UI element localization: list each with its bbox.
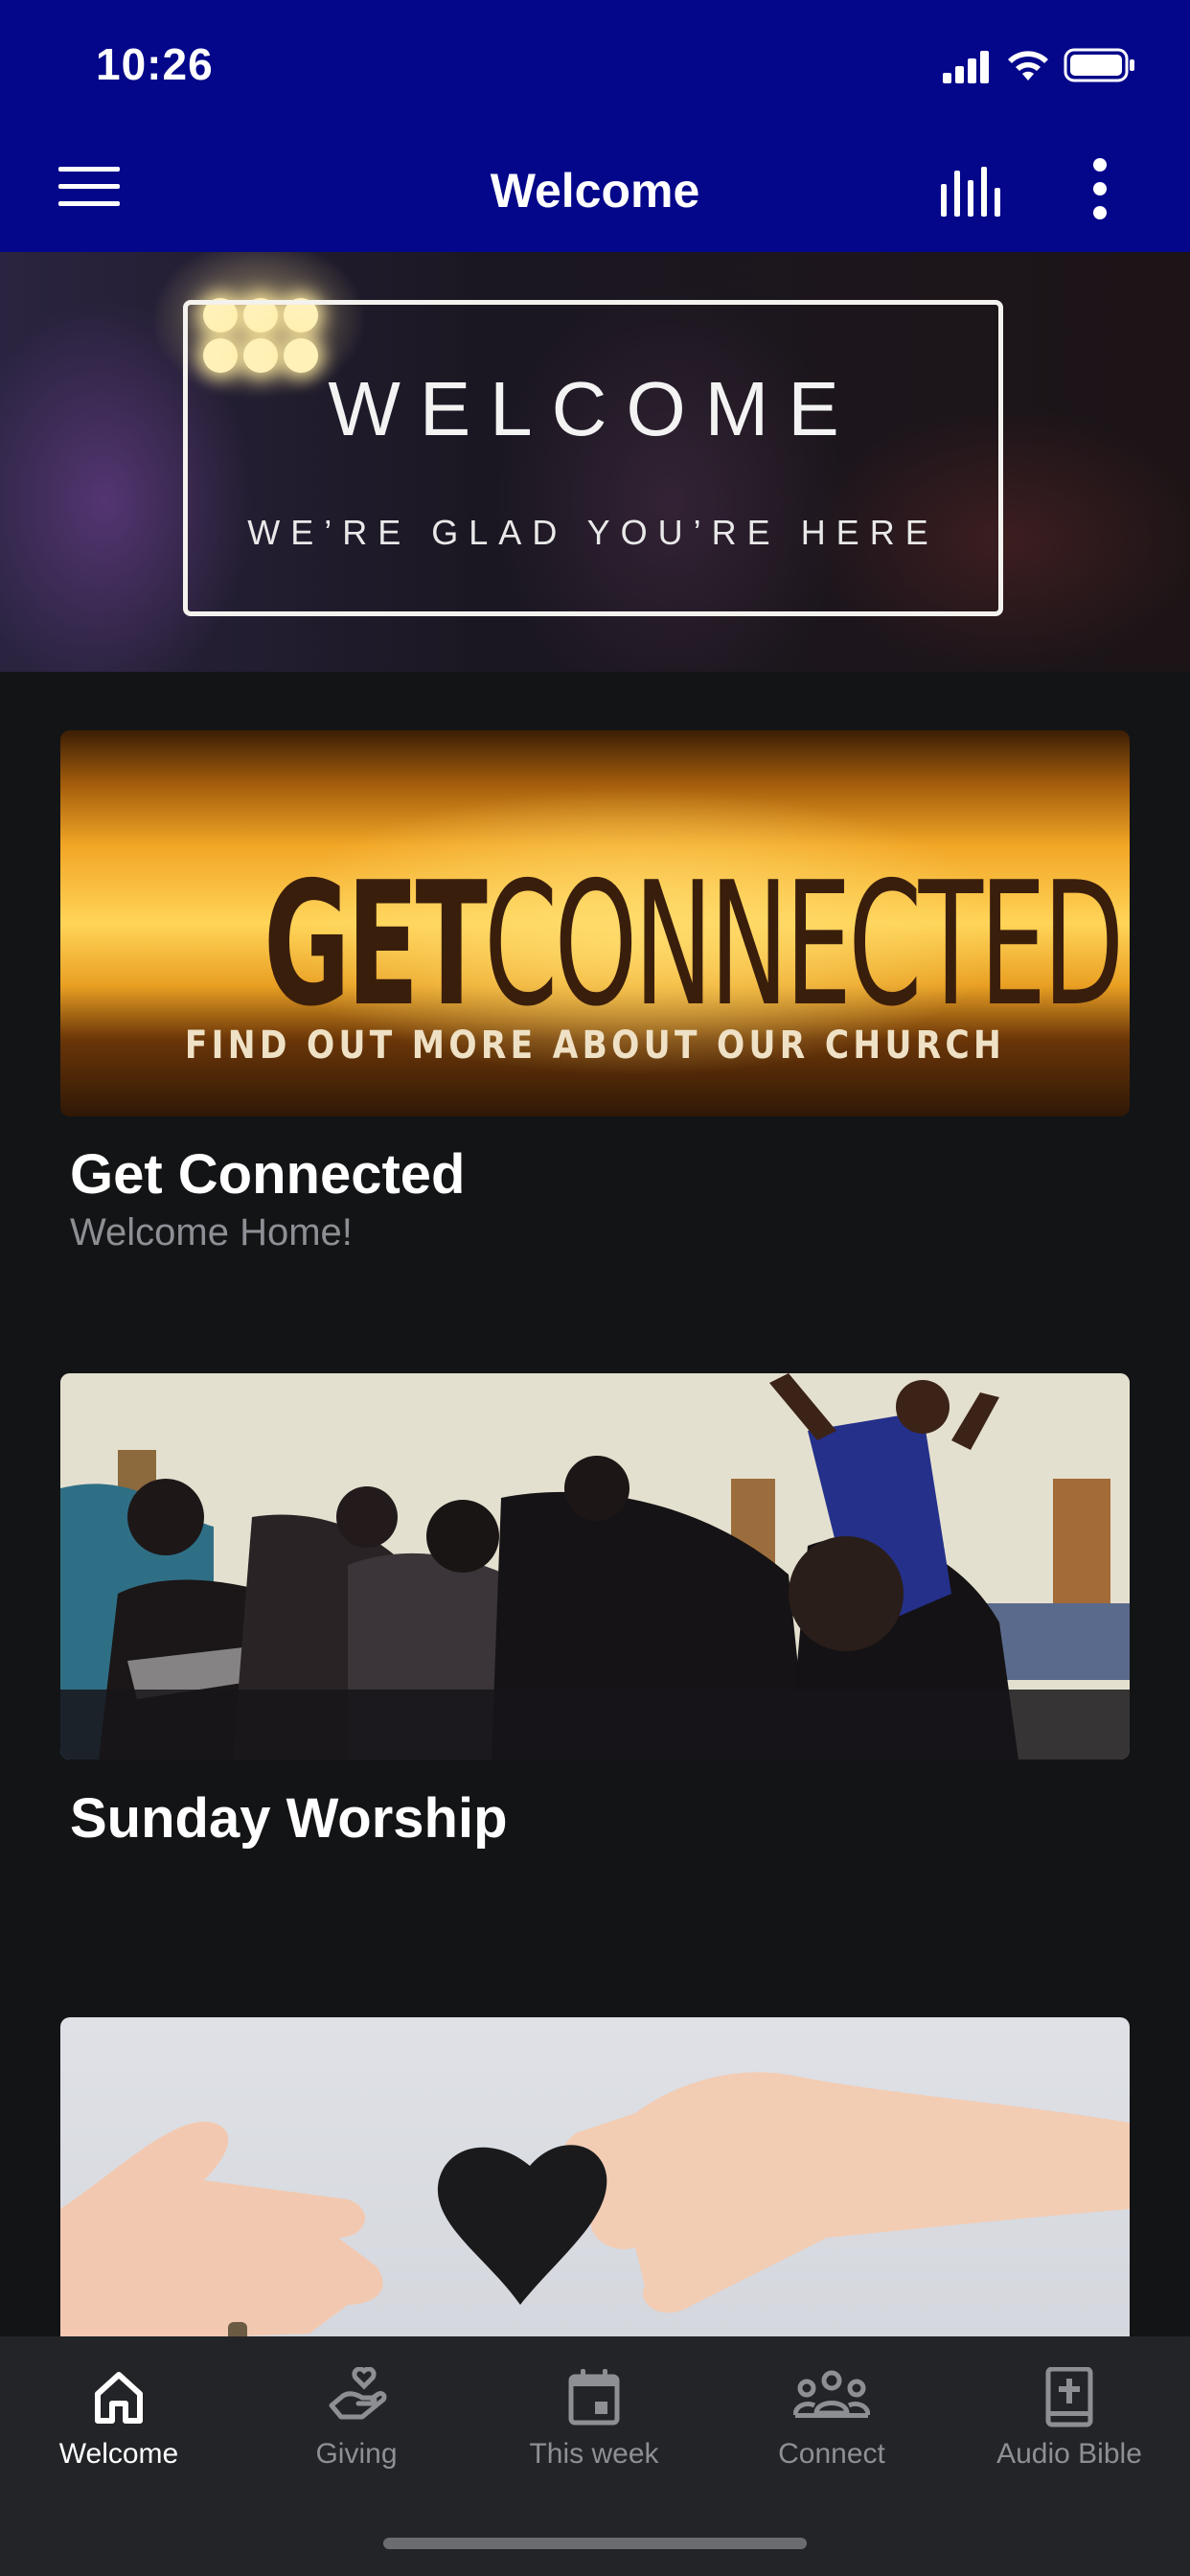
tab-giving[interactable]: Giving [238,2336,475,2509]
tab-audio-bible[interactable]: Audio Bible [950,2336,1188,2509]
tab-label-this-week: This week [529,2438,659,2470]
tab-this-week[interactable]: This week [475,2336,713,2509]
tab-label-giving: Giving [315,2438,398,2470]
page-title: Welcome [490,164,700,218]
banner-rest-word: CONNECTED [484,845,1124,1044]
welcome-hero-banner: WELCOME WE’RE GLAD YOU’RE HERE [0,252,1190,672]
worship-photo [60,1373,1130,1760]
hero-subtitle: WE’RE GLAD YOU’RE HERE [247,513,939,552]
sunday-worship-card-image[interactable] [60,1373,1130,1760]
top-app-bar: 10:26 Welcome [0,0,1190,252]
status-time: 10:26 [96,39,214,89]
wifi-icon [1008,51,1048,80]
tab-welcome[interactable]: Welcome [0,2336,238,2509]
home-indicator [383,2538,807,2549]
giving-hand-heart-icon [329,2367,387,2420]
calendar-icon [568,2369,620,2426]
tab-label-connect: Connect [778,2438,885,2470]
giving-heart-card-image[interactable] [60,2017,1130,2343]
more-options-button[interactable] [1083,155,1117,222]
card-title-sunday-worship[interactable]: Sunday Worship [70,1786,508,1851]
get-connected-banner-text: GETCONNECTED [263,845,1124,1044]
banner-bold-word: GET [263,845,488,1044]
group-people-icon [793,2370,870,2418]
hero-frame [183,300,1003,616]
hands-heart-photo [60,2072,1130,2343]
card-subtitle-get-connected: Welcome Home! [70,1211,353,1254]
tab-connect[interactable]: Connect [713,2336,950,2509]
status-icons [941,44,1190,92]
cellular-signal-icon [943,51,989,83]
bible-cross-icon [1045,2367,1093,2427]
card-title-get-connected[interactable]: Get Connected [70,1142,466,1207]
banner-tagline: FIND OUT MORE ABOUT OUR CHURCH [184,1024,1006,1068]
tab-label-audio-bible: Audio Bible [996,2438,1142,2470]
battery-icon [1064,48,1134,82]
equalizer-icon [941,167,1000,217]
get-connected-card-image[interactable]: GETCONNECTED FIND OUT MORE ABOUT OUR CHU… [60,730,1130,1116]
more-vertical-icon [1093,158,1107,219]
audio-player-button[interactable] [937,163,1010,218]
home-icon [95,2372,143,2424]
tab-label-welcome: Welcome [58,2438,179,2470]
hero-title: WELCOME [328,366,858,451]
